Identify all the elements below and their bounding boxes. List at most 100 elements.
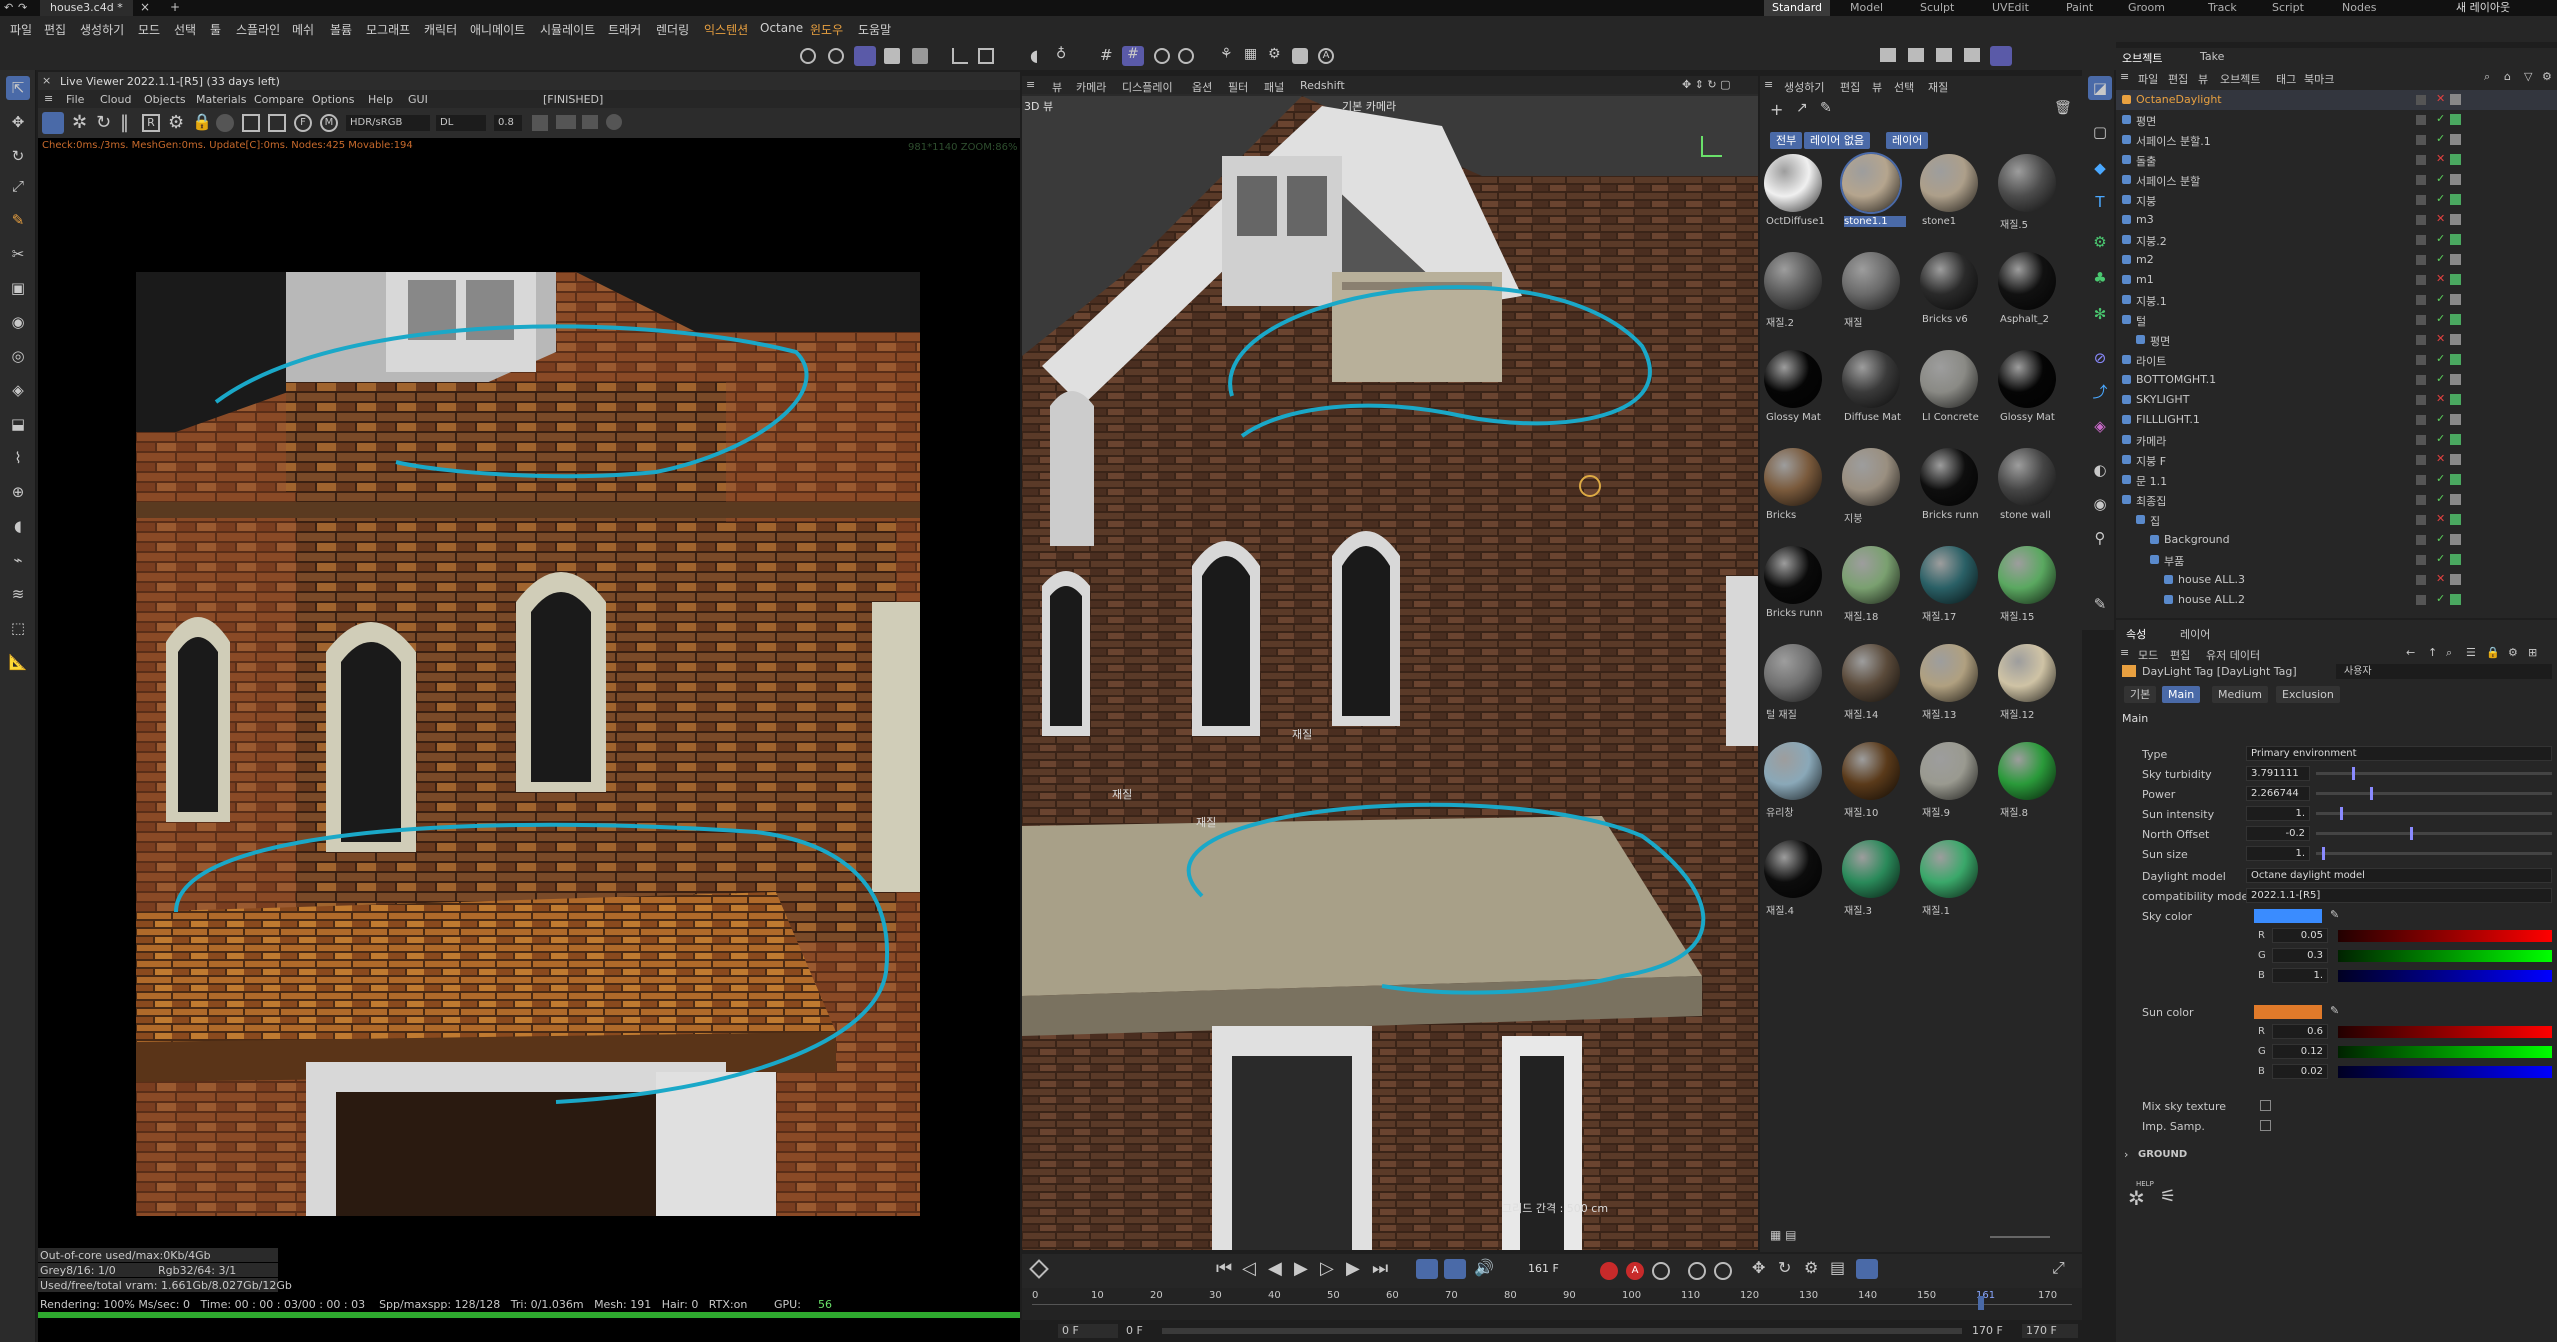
visibility-dots[interactable] — [2416, 515, 2426, 525]
material-hamburger-icon[interactable]: ≡ — [1764, 78, 1773, 91]
start-frame[interactable]: 0 F — [1058, 1324, 1118, 1338]
color-space-select[interactable]: HDR/sRGB — [346, 115, 430, 131]
material-ball[interactable] — [1842, 154, 1900, 212]
scale-tool-icon[interactable]: ⤢ — [6, 174, 30, 198]
sky-r-field[interactable]: 0.05 — [2272, 928, 2328, 943]
attr-menu-edit[interactable]: 편집 — [2170, 647, 2190, 663]
sky-turbidity-field[interactable]: 3.791111 — [2246, 766, 2310, 781]
attr-menu-userdata[interactable]: 유저 데이터 — [2206, 647, 2260, 663]
mat-menu-create[interactable]: 생성하기 — [1784, 79, 1824, 95]
filter-icon[interactable]: ▽ — [2524, 70, 2532, 83]
undo-icon[interactable]: ↶ — [4, 1, 13, 14]
tag-icon[interactable] — [2450, 134, 2461, 145]
visibility-dots[interactable] — [2416, 155, 2426, 165]
visibility-dots[interactable] — [2416, 255, 2426, 265]
disabled-x-icon[interactable]: ✕ — [2436, 512, 2445, 525]
sky-color-swatch[interactable] — [2254, 909, 2322, 923]
tag-icon[interactable] — [2450, 234, 2461, 245]
tab-attributes[interactable]: 속성 — [2126, 626, 2146, 642]
filter-layer[interactable]: 레이어 — [1886, 132, 1929, 149]
vp-menu-filter[interactable]: 필터 — [1228, 79, 1248, 95]
material-ball[interactable] — [1842, 546, 1900, 604]
menu-help[interactable]: 도움말 — [858, 21, 891, 38]
sun-intensity-slider[interactable] — [2340, 807, 2343, 820]
material-ball[interactable] — [1764, 448, 1822, 506]
sun-g-field[interactable]: 0.12 — [2272, 1044, 2328, 1059]
tab-track[interactable]: Track — [2208, 0, 2237, 16]
attr-filter-icon[interactable]: ☰ — [2466, 646, 2476, 659]
filter-no-layer[interactable]: 레이어 없음 — [1804, 132, 1871, 149]
visibility-dots[interactable] — [2416, 495, 2426, 505]
sun-r-field[interactable]: 0.6 — [2272, 1024, 2328, 1039]
visibility-dots[interactable] — [2416, 535, 2426, 545]
tag-icon[interactable] — [2450, 534, 2461, 545]
object-row[interactable]: 지붕.1 ✓ — [2116, 290, 2557, 310]
motion-icon[interactable]: ▤ — [1830, 1258, 1845, 1277]
material-ball[interactable] — [1842, 448, 1900, 506]
menu-edit[interactable]: 편집 — [44, 21, 66, 38]
visibility-dots[interactable] — [2416, 115, 2426, 125]
square-icon[interactable]: ▢ — [2088, 120, 2112, 144]
disabled-x-icon[interactable]: ✕ — [2436, 212, 2445, 225]
material-ball[interactable] — [1842, 644, 1900, 702]
end-frame[interactable]: 170 F — [2022, 1324, 2078, 1338]
object-row[interactable]: 집 ✕ — [2116, 510, 2557, 530]
daylight-model-select[interactable]: Octane daylight model — [2246, 868, 2552, 883]
tag-icon[interactable] — [2450, 214, 2461, 225]
rotate-tool-icon[interactable]: ↻ — [6, 144, 30, 168]
pen-icon[interactable]: ✎ — [2088, 592, 2112, 616]
enabled-check-icon[interactable]: ✓ — [2436, 252, 2445, 265]
visibility-dots[interactable] — [2416, 575, 2426, 585]
object-row[interactable]: m1 ✕ — [2116, 270, 2557, 290]
light-icon[interactable]: ⚲ — [2088, 526, 2112, 550]
octane-live-icon[interactable] — [1990, 46, 2012, 66]
back-icon[interactable]: ← — [2406, 646, 2415, 659]
lv-menu-objects[interactable]: Objects — [144, 93, 186, 106]
material-ball[interactable] — [1920, 742, 1978, 800]
bevel-tool-icon[interactable]: ◈ — [6, 378, 30, 402]
text-icon[interactable]: T — [2088, 190, 2112, 214]
keyframe-icon[interactable] — [1029, 1259, 1049, 1279]
vp-menu-options[interactable]: 옵션 — [1192, 79, 1212, 95]
paint-bucket-icon[interactable]: ⬚ — [6, 616, 30, 640]
vp-menu-camera[interactable]: 카메라 — [1076, 79, 1106, 95]
visibility-dots[interactable] — [2416, 595, 2426, 605]
subtab-exclusion[interactable]: Exclusion — [2276, 686, 2340, 703]
playhead[interactable] — [1978, 1296, 1984, 1310]
key-scale-icon[interactable]: ✥ — [1752, 1258, 1765, 1277]
bridge-tool-icon[interactable]: ⌇ — [6, 446, 30, 470]
enabled-check-icon[interactable]: ✓ — [2436, 532, 2445, 545]
enabled-check-icon[interactable]: ✓ — [2436, 132, 2445, 145]
camera-icon[interactable] — [582, 115, 598, 129]
camera-obj-icon[interactable]: ◉ — [2088, 492, 2112, 516]
up-icon[interactable]: ↑ — [2428, 646, 2437, 659]
tag-icon[interactable] — [2450, 254, 2461, 265]
mat-menu-material[interactable]: 재질 — [1928, 79, 1948, 95]
tag-icon[interactable] — [2450, 174, 2461, 185]
menu-tools[interactable]: 툴 — [210, 21, 221, 38]
tag-icon[interactable] — [2450, 154, 2461, 165]
new-tab-icon[interactable]: + — [170, 0, 180, 14]
play-icon[interactable]: ▶ — [1294, 1258, 1308, 1279]
material-ball[interactable] — [1998, 154, 2056, 212]
object-row[interactable]: 서페이스 분할 ✓ — [2116, 170, 2557, 190]
eyedropper-icon[interactable]: ✎ — [2330, 908, 2339, 921]
viewport-hamburger-icon[interactable]: ≡ — [1026, 78, 1035, 91]
object-hamburger-icon[interactable]: ≡ — [2120, 70, 2129, 83]
pause-icon[interactable]: ‖ — [120, 112, 129, 133]
material-ball[interactable] — [1764, 546, 1822, 604]
list-view-icon[interactable]: ▦ ▤ — [1770, 1228, 1797, 1242]
visibility-dots[interactable] — [2416, 275, 2426, 285]
material-ball[interactable] — [1920, 350, 1978, 408]
material-ball[interactable] — [1998, 350, 2056, 408]
north-offset-field[interactable]: -0.2 — [2246, 826, 2310, 841]
visibility-dots[interactable] — [2416, 435, 2426, 445]
box-tool-icon[interactable]: ▣ — [6, 276, 30, 300]
field-icon[interactable]: ◈ — [2088, 414, 2112, 438]
auto-keyframe-icon[interactable]: A — [1318, 48, 1334, 64]
tab-nodes[interactable]: Nodes — [2342, 0, 2376, 16]
visibility-dots[interactable] — [2416, 295, 2426, 305]
object-row[interactable]: 지붕.2 ✓ — [2116, 230, 2557, 250]
disabled-x-icon[interactable]: ✕ — [2436, 452, 2445, 465]
grid-icon[interactable]: # — [1100, 46, 1113, 64]
